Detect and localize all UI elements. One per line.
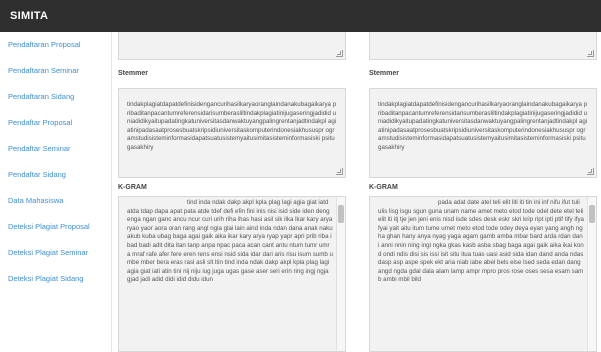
sidebar-item-pendaftaran-sidang[interactable]: Pendaftaran Sidang bbox=[0, 84, 111, 110]
left-kgram-label: K-GRAM bbox=[118, 184, 147, 191]
right-kgram-text: pada adat date atel teli elit liti iti t… bbox=[378, 199, 584, 284]
resize-handle-icon[interactable] bbox=[587, 168, 594, 175]
left-preprocess-textarea[interactable] bbox=[118, 32, 346, 60]
sidebar-item-deteksi-plagiat-sidang[interactable]: Deteksi Plagiat Sidang bbox=[0, 266, 111, 292]
sidebar-item-pendaftar-seminar[interactable]: Pendaftar Seminar bbox=[0, 136, 111, 162]
resize-handle-icon[interactable] bbox=[336, 50, 343, 57]
scroll-up-arrow-icon[interactable]: ▲ bbox=[588, 197, 596, 205]
left-stemmer-text: tindakplagiatdapatdefinisidengancurihasi… bbox=[127, 101, 337, 151]
main-content: Stemmer Stemmer tindakplagiatdapatdefini… bbox=[113, 32, 601, 352]
scroll-down-arrow-icon[interactable]: ▼ bbox=[588, 343, 596, 351]
resize-handle-icon[interactable] bbox=[336, 168, 343, 175]
left-kgram-textarea[interactable]: tind inda ndak dakp akpl kpla plag lagi … bbox=[118, 196, 346, 352]
left-kgram-text: tind inda ndak dakp akpl kpla plag lagi … bbox=[127, 199, 333, 284]
scroll-thumb[interactable] bbox=[338, 205, 344, 223]
right-preprocess-textarea[interactable] bbox=[369, 32, 597, 60]
resize-handle-icon[interactable] bbox=[587, 50, 594, 57]
sidebar-item-deteksi-plagiat-seminar[interactable]: Deteksi Plagiat Seminar bbox=[0, 240, 111, 266]
right-stemmer-textarea[interactable]: tindakplagiatdapatdefinisidengancurihasi… bbox=[369, 88, 597, 178]
right-kgram-label: K-GRAM bbox=[369, 184, 398, 191]
scroll-thumb[interactable] bbox=[589, 205, 595, 223]
scroll-up-arrow-icon[interactable]: ▲ bbox=[337, 197, 345, 205]
right-kgram-scrollbar[interactable]: ▲ ▼ bbox=[587, 197, 596, 351]
sidebar-item-pendaftar-sidang[interactable]: Pendaftar Sidang bbox=[0, 162, 111, 188]
sidebar-item-pendaftar-proposal[interactable]: Pendaftar Proposal bbox=[0, 110, 111, 136]
sidebar-item-pendaftaran-proposal[interactable]: Pendaftaran Proposal bbox=[0, 32, 111, 58]
right-kgram-textarea[interactable]: pada adat date atel teli elit liti iti t… bbox=[369, 196, 597, 352]
sidebar-item-data-mahasiswa[interactable]: Data Mahasiswa bbox=[0, 188, 111, 214]
right-stemmer-text: tindakplagiatdapatdefinisidengancurihasi… bbox=[378, 101, 588, 151]
app-title: SIMITA bbox=[10, 10, 49, 22]
left-kgram-scrollbar[interactable]: ▲ ▼ bbox=[336, 197, 345, 351]
top-navbar: SIMITA bbox=[0, 0, 601, 32]
sidebar: Pendaftaran Proposal Pendaftaran Seminar… bbox=[0, 32, 112, 352]
right-stemmer-label: Stemmer bbox=[369, 70, 399, 77]
scroll-down-arrow-icon[interactable]: ▼ bbox=[337, 343, 345, 351]
left-stemmer-label: Stemmer bbox=[118, 70, 148, 77]
left-stemmer-textarea[interactable]: tindakplagiatdapatdefinisidengancurihasi… bbox=[118, 88, 346, 178]
sidebar-item-pendaftaran-seminar[interactable]: Pendaftaran Seminar bbox=[0, 58, 111, 84]
sidebar-item-deteksi-plagiat-proposal[interactable]: Deteksi Plagiat Proposal bbox=[0, 214, 111, 240]
